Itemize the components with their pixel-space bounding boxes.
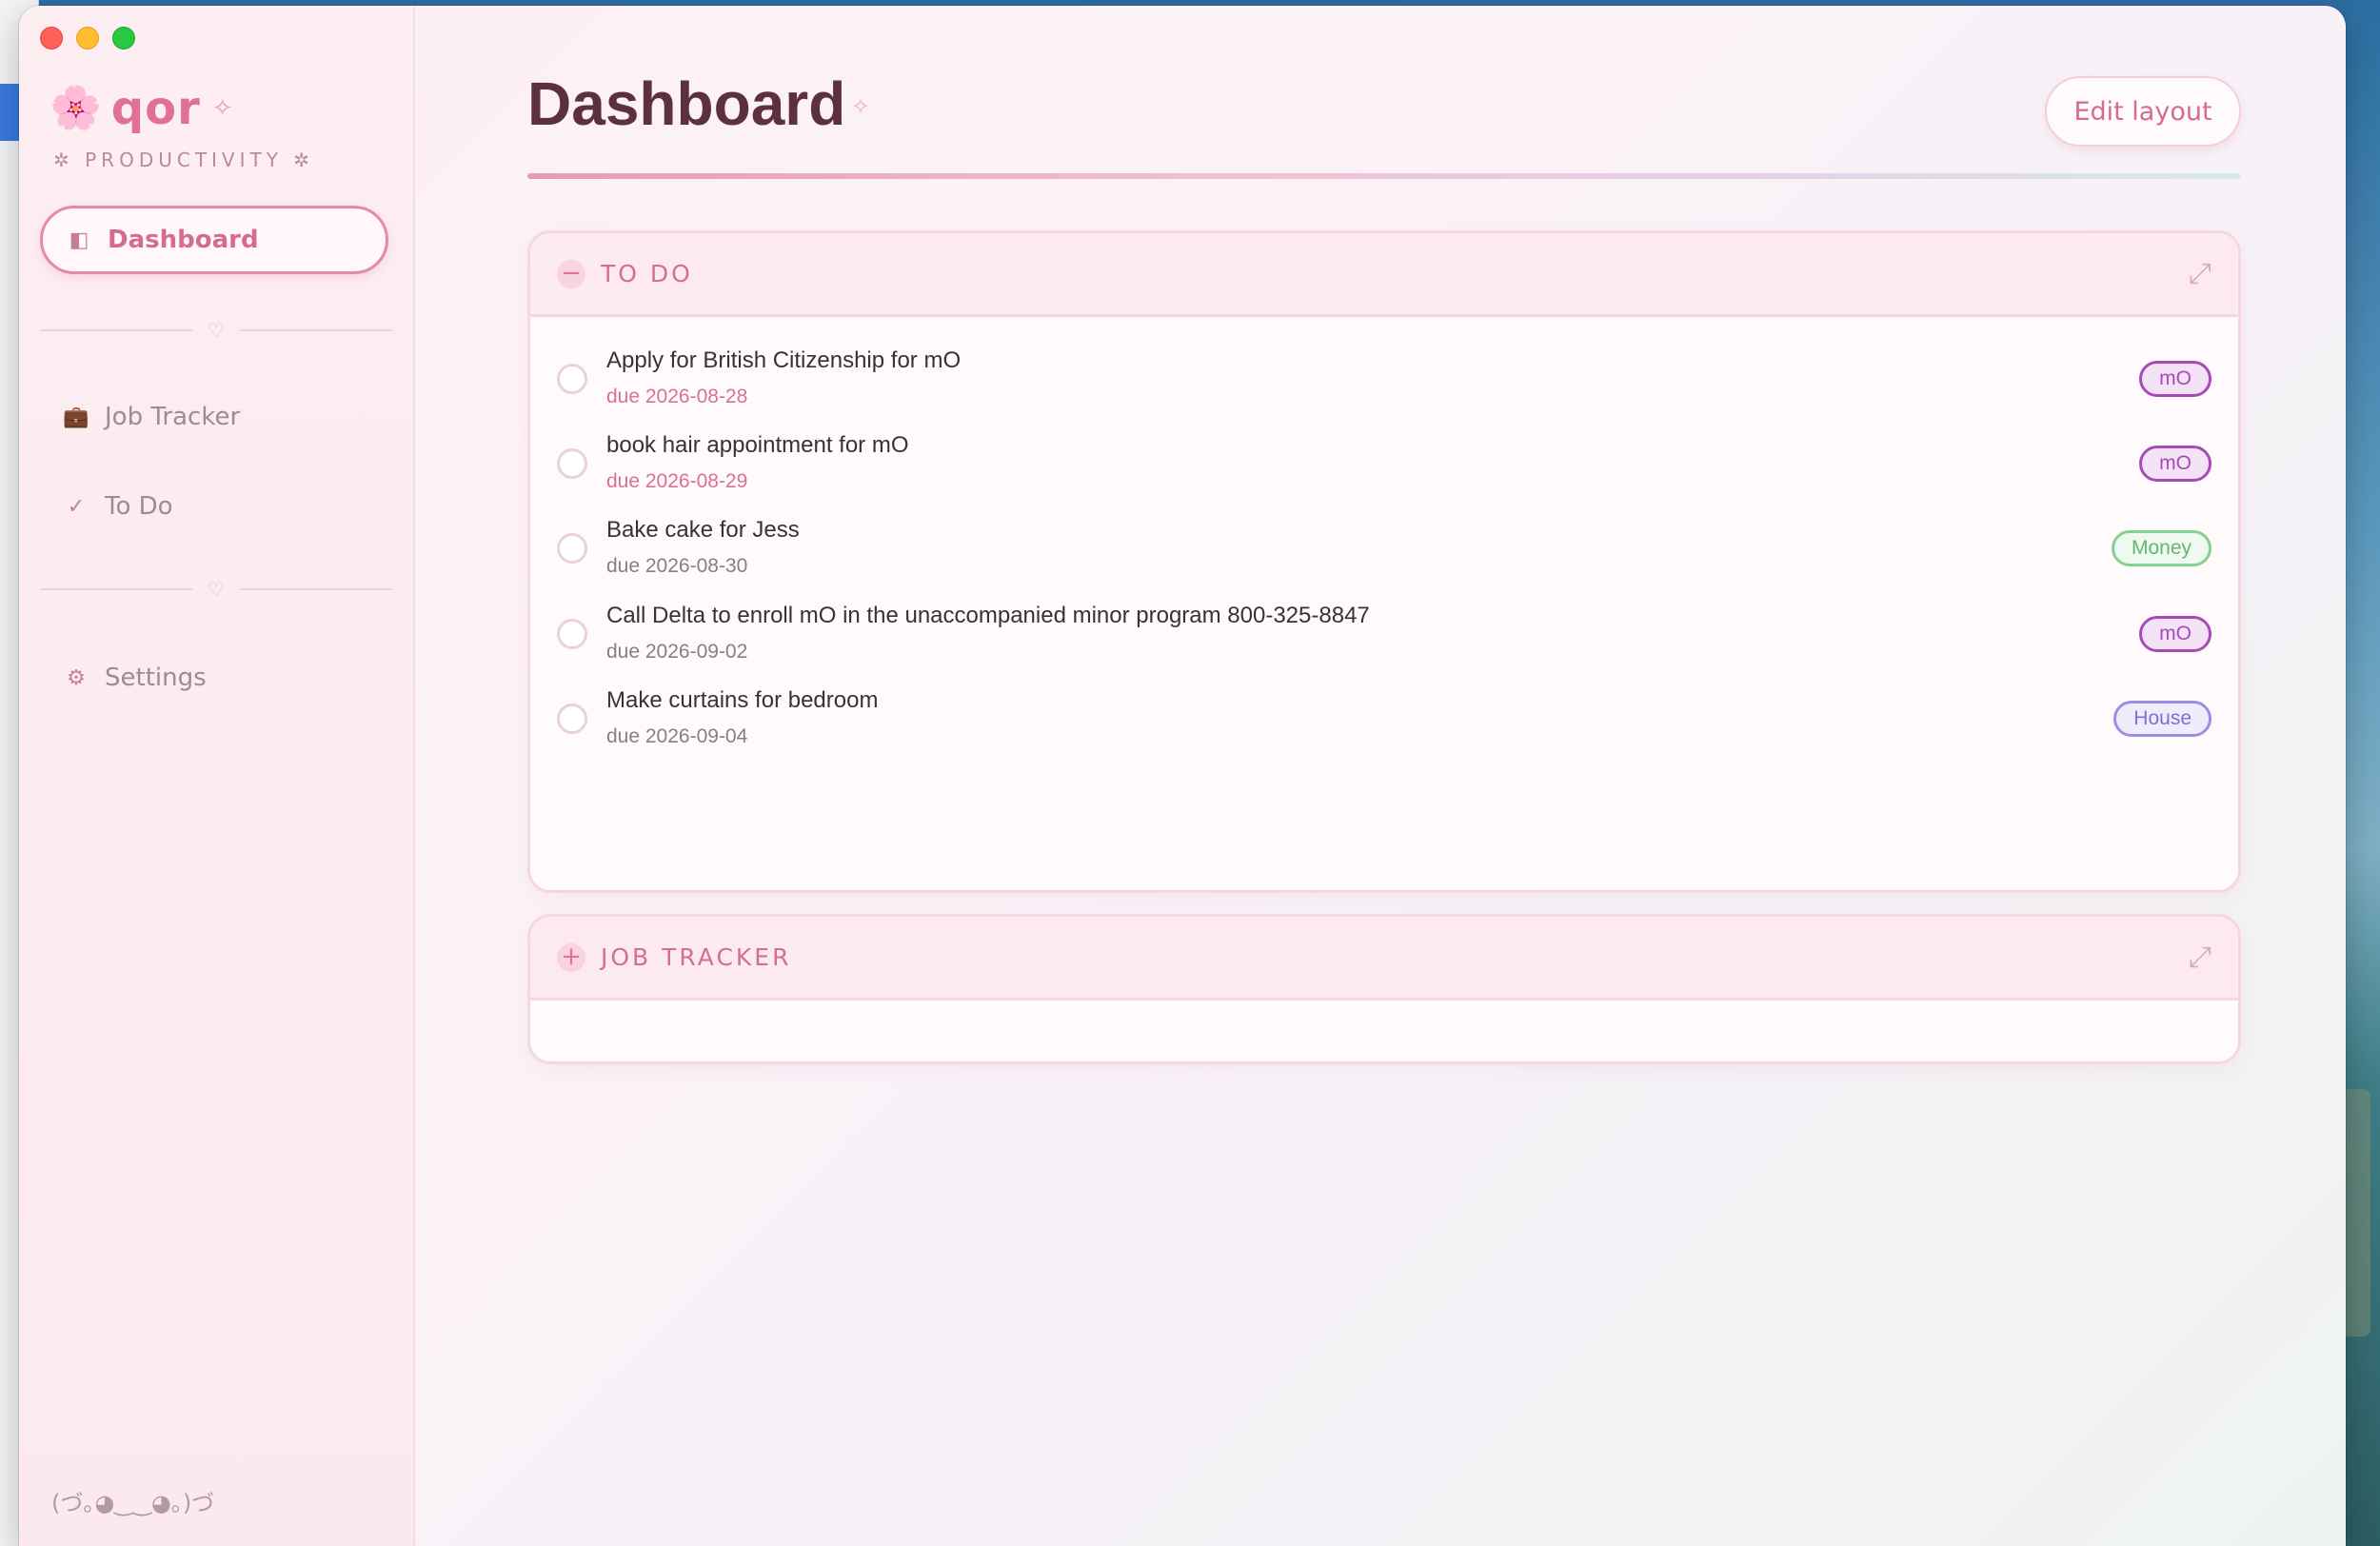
heart-icon: ♡ (208, 319, 225, 342)
collapse-icon[interactable]: − (557, 259, 585, 288)
sparkle-icon: ✧ (851, 93, 871, 120)
tag-badge[interactable]: mO (2139, 361, 2211, 397)
tag-badge[interactable]: House (2113, 701, 2211, 737)
window-controls (40, 27, 135, 50)
check-icon: ✓ (67, 494, 86, 519)
job-tracker-card-header[interactable]: + JOB TRACKER ⤢ (530, 917, 2238, 1001)
sidebar-item-settings[interactable]: ⚙ Settings (40, 644, 388, 712)
expand-section-icon[interactable]: + (557, 942, 585, 972)
minimize-window-button[interactable] (76, 27, 99, 50)
todo-checkbox[interactable] (557, 533, 587, 564)
sidebar-divider: ♡ (40, 575, 392, 604)
brand-name: qor (110, 82, 201, 135)
sidebar-item-job-tracker[interactable]: 💼 Job Tracker (40, 383, 388, 451)
sidebar: 🌸 qor ✧ ✲ PRODUCTIVITY ✲ ◧ Dashboard ♡ 💼… (19, 6, 415, 1546)
tag-badge[interactable]: Money (2111, 530, 2211, 566)
sidebar-item-label: Dashboard (108, 226, 259, 254)
app-window: 🌸 qor ✧ ✲ PRODUCTIVITY ✲ ◧ Dashboard ♡ 💼… (19, 6, 2346, 1546)
heart-icon: ♡ (208, 578, 225, 601)
todo-checkbox[interactable] (557, 364, 587, 394)
todo-due-date: due 2026-09-02 (606, 641, 748, 663)
todo-due-date: due 2026-08-28 (606, 386, 748, 407)
card-title: JOB TRACKER (601, 943, 792, 971)
todo-item: book hair appointment for mO due 2026-08… (557, 430, 2211, 514)
tag-badge[interactable]: mO (2139, 616, 2211, 652)
todo-item: Call Delta to enroll mO in the unaccompa… (557, 601, 2211, 684)
main-content: Dashboard ✧ Edit layout − TO DO ⤢ Apply … (413, 6, 2346, 1546)
sidebar-item-to-do[interactable]: ✓ To Do (40, 472, 388, 541)
page-title: Dashboard (527, 69, 846, 138)
briefcase-icon: 💼 (63, 405, 89, 429)
job-tracker-card: + JOB TRACKER ⤢ (527, 914, 2241, 1064)
sidebar-item-dashboard[interactable]: ◧ Dashboard (40, 206, 388, 274)
sidebar-item-label: Job Tracker (105, 403, 241, 431)
todo-due-date: due 2026-08-30 (606, 555, 748, 577)
todo-title[interactable]: Make curtains for bedroom (606, 687, 878, 714)
todo-due-date: due 2026-09-04 (606, 725, 748, 747)
edit-layout-button[interactable]: Edit layout (2045, 76, 2241, 147)
close-window-button[interactable] (40, 27, 63, 50)
todo-title[interactable]: Bake cake for Jess (606, 517, 800, 544)
brand: 🌸 qor ✧ (50, 82, 233, 135)
todo-item: Bake cake for Jess due 2026-08-30 Money (557, 515, 2211, 599)
todo-checkbox[interactable] (557, 704, 587, 734)
todo-card-header[interactable]: − TO DO ⤢ (530, 233, 2238, 317)
todo-checkbox[interactable] (557, 448, 587, 479)
expand-icon[interactable]: ⤢ (2189, 941, 2211, 974)
dashboard-icon: ◧ (69, 228, 89, 252)
flower-icon: 🌸 (50, 84, 102, 132)
sidebar-item-label: Settings (105, 664, 207, 692)
kaomoji: (づ｡◕‿‿◕｡)づ (51, 1490, 215, 1516)
todo-card: − TO DO ⤢ Apply for British Citizenship … (527, 230, 2241, 893)
todo-item: Apply for British Citizenship for mO due… (557, 346, 2211, 429)
title-underline (527, 173, 2241, 179)
card-title: TO DO (601, 260, 693, 287)
tag-badge[interactable]: mO (2139, 446, 2211, 482)
todo-checkbox[interactable] (557, 619, 587, 649)
todo-item: Make curtains for bedroom due 2026-09-04… (557, 685, 2211, 769)
zoom-window-button[interactable] (112, 27, 135, 50)
todo-title[interactable]: Apply for British Citizenship for mO (606, 347, 961, 374)
todo-title[interactable]: Call Delta to enroll mO in the unaccompa… (606, 603, 1370, 629)
sidebar-divider: ♡ (40, 316, 392, 345)
expand-icon[interactable]: ⤢ (2189, 257, 2211, 290)
sidebar-item-label: To Do (105, 492, 173, 521)
todo-due-date: due 2026-08-29 (606, 470, 748, 492)
tagline: ✲ PRODUCTIVITY ✲ (53, 149, 315, 171)
todo-title[interactable]: book hair appointment for mO (606, 432, 909, 459)
sparkle-icon: ✧ (211, 94, 233, 123)
gear-icon: ⚙ (67, 665, 86, 690)
